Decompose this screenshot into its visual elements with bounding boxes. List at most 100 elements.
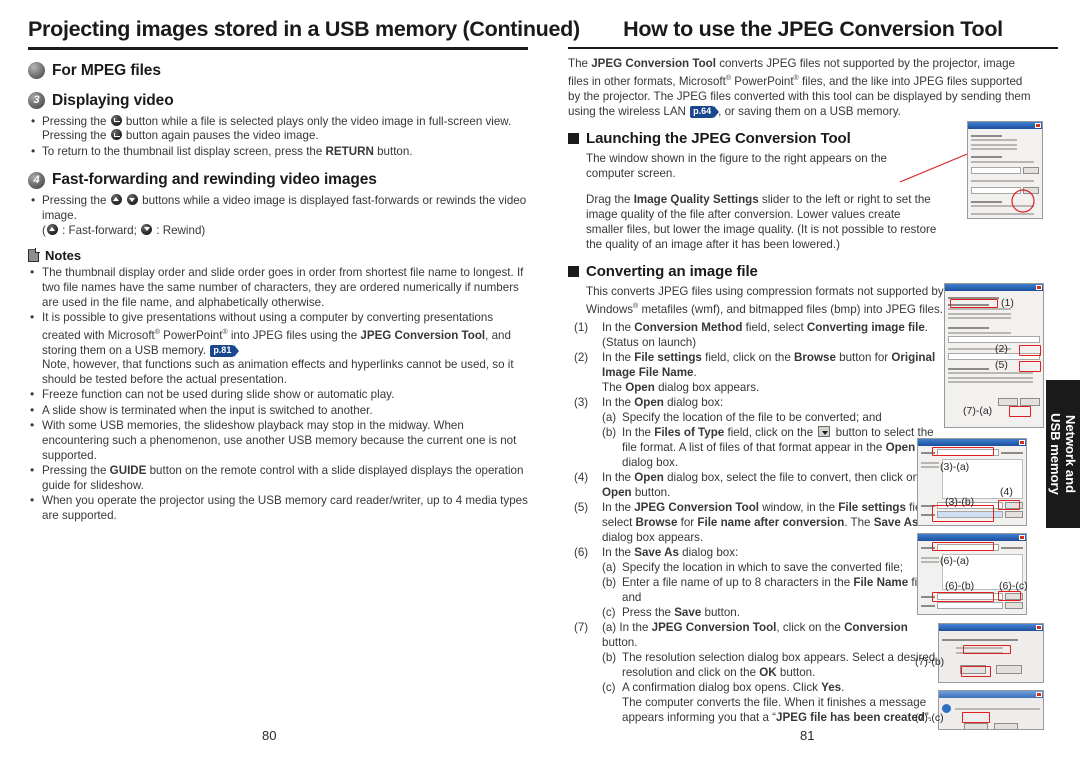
proc-step-7b: (b) The resolution selection dialog box … bbox=[602, 650, 936, 679]
dropdown-arrow-icon bbox=[818, 425, 831, 437]
proc-step-6b: (b) Enter a file name of up to 8 charact… bbox=[602, 575, 936, 604]
manual-spread: Projecting images stored in a USB memory… bbox=[0, 0, 1080, 763]
step-number: (4) bbox=[574, 470, 589, 484]
up-button-icon bbox=[110, 194, 122, 206]
figure-confirmation-dialog bbox=[938, 690, 1044, 730]
step-4-bullets: Pressing the buttons while a video image… bbox=[28, 193, 528, 238]
notes-label: Notes bbox=[45, 248, 82, 264]
step-number-icon: 4 bbox=[28, 171, 45, 189]
window-body bbox=[939, 698, 1043, 729]
list-item: To return to the thumbnail list display … bbox=[28, 144, 528, 160]
proc-step-3: (3) In the Open dialog box: bbox=[574, 395, 724, 409]
callout-4: (4) bbox=[1000, 486, 1013, 498]
step-4-label: Fast-forwarding and rewinding video imag… bbox=[52, 171, 377, 189]
side-tab-text: Network and USB memory bbox=[1048, 413, 1078, 495]
callout-7a: (7)-(a) bbox=[963, 405, 993, 417]
page-number-right: 81 bbox=[800, 728, 815, 743]
page-reference-badge[interactable]: p.64 bbox=[690, 106, 720, 119]
step-3-bullets: Pressing the button while a file is sele… bbox=[28, 114, 528, 160]
list-item: It is possible to give presentations wit… bbox=[28, 310, 528, 388]
close-icon bbox=[1036, 692, 1042, 697]
step-number: (7) bbox=[574, 620, 589, 634]
step-3-heading: 3 Displaying video bbox=[28, 92, 528, 110]
window-titlebar bbox=[945, 284, 1043, 291]
callout-7c: (7)-(c) bbox=[915, 712, 944, 724]
proc-step-2: (2) In the File settings field, click on… bbox=[574, 350, 936, 379]
square-bullet-icon bbox=[568, 266, 579, 278]
close-icon bbox=[1019, 535, 1025, 540]
callout-6b: (6)-(b) bbox=[945, 580, 975, 592]
step-number: (1) bbox=[574, 320, 589, 334]
figure-5-highlight-ok bbox=[961, 666, 991, 677]
proc-step-7c: (c) A confirmation dialog box opens. Cli… bbox=[602, 680, 932, 724]
proc-step-3b: (b) In the Files of Type field, click on… bbox=[602, 425, 934, 469]
list-item: When you operate the projector using the… bbox=[28, 493, 528, 524]
window-titlebar bbox=[968, 122, 1042, 129]
up-button-icon bbox=[46, 223, 58, 235]
side-tab-line-1: Network and bbox=[1063, 414, 1078, 494]
list-item: Pressing the GUIDE button on the remote … bbox=[28, 463, 528, 494]
step-3-label: Displaying video bbox=[52, 91, 174, 109]
list-item: A slide show is terminated when the inpu… bbox=[28, 403, 528, 419]
side-tab-network-usb: Network and USB memory bbox=[1046, 380, 1080, 528]
callout-3a: (3)-(a) bbox=[940, 461, 970, 473]
title-rule bbox=[28, 46, 528, 50]
proc-step-5: (5) In the JPEG Conversion Tool window, … bbox=[574, 500, 934, 544]
section-convert-label: Converting an image file bbox=[586, 263, 758, 281]
step-number: (6) bbox=[574, 545, 589, 559]
figure-3-highlight-4 bbox=[998, 500, 1020, 510]
proc-step-6a: (a) Specify the location in which to sav… bbox=[602, 560, 903, 574]
leader-line-figure-1 bbox=[900, 151, 973, 183]
list-item: Pressing the button while a file is sele… bbox=[28, 114, 528, 144]
callout-5: (5) bbox=[995, 359, 1008, 371]
notes-heading: Notes bbox=[28, 248, 528, 263]
window-body bbox=[939, 631, 1043, 682]
callout-3b: (3)-(b) bbox=[945, 496, 975, 508]
callout-7b: (7)-(b) bbox=[915, 656, 945, 668]
intro-paragraph: The JPEG Conversion Tool converts JPEG f… bbox=[568, 57, 1031, 119]
figure-4-highlight-6b bbox=[932, 592, 994, 602]
procedure-list: (1) In the Conversion Method field, sele… bbox=[574, 320, 942, 725]
proc-step-2-note: The Open dialog box appears. bbox=[602, 380, 760, 394]
close-icon bbox=[1036, 285, 1042, 290]
proc-step-6c: (c) Press the Save button. bbox=[602, 605, 740, 619]
section-launch-label: Launching the JPEG Conversion Tool bbox=[586, 130, 851, 148]
launch-paragraph-2: Drag the Image Quality Settings slider t… bbox=[586, 193, 937, 252]
list-item: The thumbnail display order and slide or… bbox=[28, 265, 528, 310]
figure-4-highlight-6a bbox=[932, 542, 994, 551]
enter-button-icon bbox=[110, 129, 122, 141]
side-tab-line-2: USB memory bbox=[1048, 413, 1063, 495]
close-icon bbox=[1035, 123, 1041, 128]
figure-5-highlight-res bbox=[963, 645, 1011, 654]
section-mpeg-label: For MPEG files bbox=[52, 61, 161, 79]
page-number-left: 80 bbox=[262, 728, 277, 743]
step-4-heading: 4 Fast-forwarding and rewinding video im… bbox=[28, 171, 528, 189]
step-number: (2) bbox=[574, 350, 589, 364]
notes-list: The thumbnail display order and slide or… bbox=[28, 265, 528, 524]
section-mpeg-heading: For MPEG files bbox=[28, 62, 528, 80]
figure-2-highlight-2 bbox=[1019, 345, 1041, 356]
figure-2-highlight-7a bbox=[1009, 406, 1031, 417]
step-number-icon: 3 bbox=[28, 92, 45, 110]
window-titlebar bbox=[939, 624, 1043, 631]
proc-step-4: (4) In the Open dialog box, select the f… bbox=[574, 470, 939, 499]
figure-3-highlight-3a bbox=[932, 447, 994, 456]
note-page-icon bbox=[28, 248, 40, 263]
window-titlebar bbox=[939, 691, 1043, 698]
page-reference-badge[interactable]: p.81 bbox=[210, 344, 240, 357]
window-titlebar bbox=[918, 439, 1026, 446]
enter-button-icon bbox=[110, 114, 122, 126]
step-number: (5) bbox=[574, 500, 589, 514]
proc-step-7: (7) (a) In the JPEG Conversion Tool, cli… bbox=[574, 620, 908, 649]
callout-6a: (6)-(a) bbox=[940, 555, 970, 567]
callout-6c: (6)-(c) bbox=[999, 580, 1028, 592]
figure-4-highlight-6c bbox=[998, 591, 1021, 601]
callout-2: (2) bbox=[995, 343, 1008, 355]
page-title: Projecting images stored in a USB memory… bbox=[28, 17, 580, 41]
close-icon bbox=[1019, 440, 1025, 445]
close-icon bbox=[1036, 625, 1042, 630]
figure-6-highlight-yes bbox=[962, 712, 990, 723]
step-number: (3) bbox=[574, 395, 589, 409]
launch-paragraph-1: The window shown in the figure to the ri… bbox=[586, 152, 887, 181]
proc-step-3a: (a) Specify the location of the file to … bbox=[602, 410, 882, 424]
